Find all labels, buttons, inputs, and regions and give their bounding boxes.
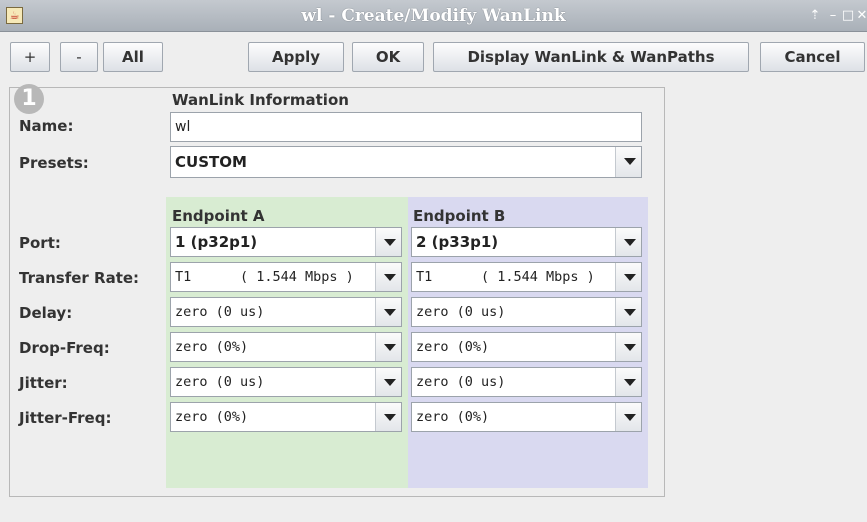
chevron-down-icon[interactable] — [615, 228, 641, 256]
chevron-down-icon[interactable] — [375, 333, 401, 361]
endpoint-b-delay-select[interactable]: zero (0 us) — [411, 297, 642, 327]
chevron-down-icon[interactable] — [615, 333, 641, 361]
endpoint-a-port-select[interactable]: 1 (p32p1) — [170, 227, 402, 257]
chevron-down-icon[interactable] — [615, 263, 641, 291]
endpoint-b-header: Endpoint B — [413, 207, 506, 225]
ok-button[interactable]: OK — [352, 42, 424, 72]
step-badge: 1 — [14, 84, 44, 114]
endpoint-a-port-value: 1 (p32p1) — [175, 233, 258, 251]
endpoint-a-delay-value: zero (0 us) — [175, 304, 265, 320]
endpoint-a-drop-freq-value: zero (0%) — [175, 339, 249, 355]
presets-select[interactable]: CUSTOM — [170, 146, 642, 178]
chevron-down-icon[interactable] — [375, 403, 401, 431]
endpoint-a-transfer-rate-select[interactable]: T1 ( 1.544 Mbps ) — [170, 262, 402, 292]
presets-value: CUSTOM — [175, 153, 247, 171]
endpoint-b-delay-value: zero (0 us) — [416, 304, 506, 320]
remove-button[interactable]: - — [60, 42, 98, 72]
endpoint-b-transfer-rate-select[interactable]: T1 ( 1.544 Mbps ) — [411, 262, 642, 292]
window-close-icon[interactable]: ✕ — [855, 8, 867, 24]
chevron-down-icon[interactable] — [615, 403, 641, 431]
endpoint-b-port-value: 2 (p33p1) — [416, 233, 499, 251]
delay-label: Delay: — [19, 304, 73, 322]
toolbar: + - All Apply OK Display WanLink & WanPa… — [0, 33, 867, 79]
endpoint-b-jitter-freq-value: zero (0%) — [416, 409, 490, 425]
drop-freq-label: Drop-Freq: — [19, 339, 110, 357]
jitter-label: Jitter: — [19, 374, 68, 392]
window-shade-icon[interactable]: ⇡ — [808, 8, 822, 24]
window-maximize-icon[interactable]: □ — [841, 8, 855, 24]
endpoint-b-transfer-rate-value: T1 ( 1.544 Mbps ) — [416, 269, 595, 285]
port-label: Port: — [19, 234, 61, 252]
chevron-down-icon[interactable] — [375, 298, 401, 326]
endpoint-a-transfer-rate-value: T1 ( 1.544 Mbps ) — [175, 269, 354, 285]
title-bar: ☕ wl - Create/Modify WanLink ⇡ – □ ✕ — [0, 0, 867, 32]
endpoint-a-jitter-freq-value: zero (0%) — [175, 409, 249, 425]
endpoint-b-port-select[interactable]: 2 (p33p1) — [411, 227, 642, 257]
transfer-rate-label: Transfer Rate: — [19, 269, 140, 287]
presets-label: Presets: — [19, 154, 89, 172]
display-wanlink-button[interactable]: Display WanLink & WanPaths — [433, 42, 749, 72]
jitter-freq-label: Jitter-Freq: — [19, 409, 112, 427]
endpoint-a-jitter-freq-select[interactable]: zero (0%) — [170, 402, 402, 432]
section-title: WanLink Information — [172, 91, 349, 109]
chevron-down-icon[interactable] — [375, 368, 401, 396]
endpoint-b-jitter-select[interactable]: zero (0 us) — [411, 367, 642, 397]
endpoint-b-jitter-freq-select[interactable]: zero (0%) — [411, 402, 642, 432]
endpoint-a-drop-freq-select[interactable]: zero (0%) — [170, 332, 402, 362]
chevron-down-icon[interactable] — [375, 263, 401, 291]
cancel-button[interactable]: Cancel — [760, 42, 865, 72]
name-label: Name: — [19, 117, 74, 135]
add-button[interactable]: + — [10, 42, 50, 72]
endpoint-a-header: Endpoint A — [172, 207, 265, 225]
chevron-down-icon[interactable] — [375, 228, 401, 256]
endpoint-b-jitter-value: zero (0 us) — [416, 374, 506, 390]
window-minimize-icon[interactable]: – — [826, 8, 840, 24]
endpoint-a-delay-select[interactable]: zero (0 us) — [170, 297, 402, 327]
endpoint-b-drop-freq-select[interactable]: zero (0%) — [411, 332, 642, 362]
chevron-down-icon[interactable] — [615, 368, 641, 396]
name-input[interactable]: wl — [170, 112, 642, 142]
all-button[interactable]: All — [103, 42, 163, 72]
chevron-down-icon[interactable] — [615, 147, 641, 177]
endpoint-b-drop-freq-value: zero (0%) — [416, 339, 490, 355]
chevron-down-icon[interactable] — [615, 298, 641, 326]
apply-button[interactable]: Apply — [248, 42, 344, 72]
window-title: wl - Create/Modify WanLink — [301, 6, 566, 26]
endpoint-a-jitter-value: zero (0 us) — [175, 374, 265, 390]
endpoint-a-jitter-select[interactable]: zero (0 us) — [170, 367, 402, 397]
